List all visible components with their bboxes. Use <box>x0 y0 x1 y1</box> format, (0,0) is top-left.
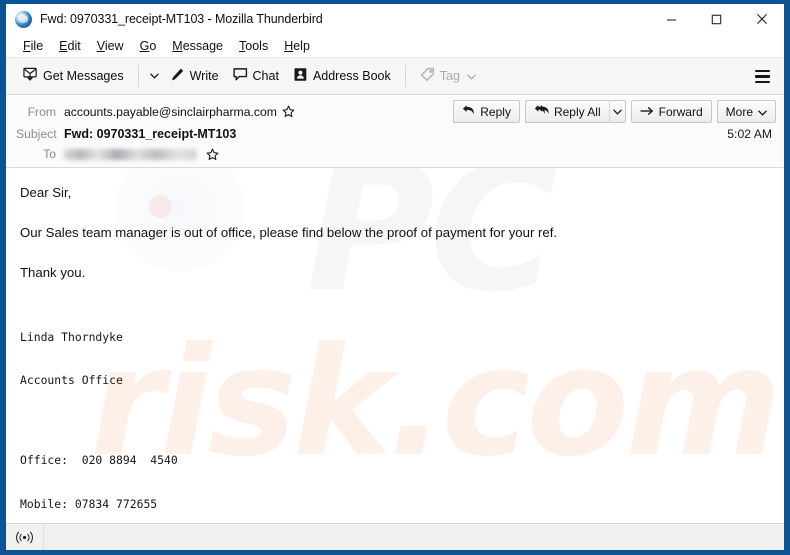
more-button[interactable]: More <box>716 100 776 123</box>
menu-help-rest: elp <box>293 38 310 53</box>
subject-value: Fwd: 0970331_receipt-MT103 <box>64 126 237 141</box>
address-book-icon <box>293 67 308 85</box>
title-bar: Fwd: 0970331_receipt-MT103 - Mozilla Thu… <box>6 4 784 34</box>
reply-all-label: Reply All <box>553 104 601 119</box>
menu-bar: File Edit View Go Message Tools Help <box>6 34 784 58</box>
menu-view-rest: iew <box>104 38 124 53</box>
pencil-icon <box>170 67 185 85</box>
tag-icon <box>420 67 435 85</box>
signature-name: Linda Thorndyke <box>20 329 123 344</box>
toolbar-divider-1 <box>137 65 139 87</box>
address-book-label: Address Book <box>312 69 391 83</box>
window-content: Fwd: 0970331_receipt-MT103 - Mozilla Thu… <box>6 4 784 550</box>
window-title: Fwd: 0970331_receipt-MT103 - Mozilla Thu… <box>40 12 323 26</box>
chat-bubble-icon <box>232 67 248 85</box>
thunderbird-icon <box>15 10 32 28</box>
get-messages-label: Get Messages <box>43 69 124 83</box>
from-label: From <box>27 104 56 119</box>
chat-label: Chat <box>252 69 279 83</box>
get-messages-dropdown[interactable] <box>146 63 163 90</box>
reply-arrow-icon <box>462 104 475 119</box>
forward-label: Forward <box>658 104 703 119</box>
subject-row: Subject Fwd: 0970331_receipt-MT103 <box>6 123 784 144</box>
app-menu-button[interactable] <box>748 63 776 90</box>
from-star-icon[interactable] <box>282 105 295 118</box>
reply-all-group: Reply All <box>524 100 626 123</box>
write-label: Write <box>189 69 219 83</box>
reply-label: Reply <box>480 104 511 119</box>
signature-spacer <box>20 417 784 424</box>
menu-edit[interactable]: Edit <box>51 39 89 53</box>
menu-message[interactable]: Message <box>164 39 231 53</box>
forward-button[interactable]: Forward <box>630 100 712 123</box>
thunderbird-window: Fwd: 0970331_receipt-MT103 - Mozilla Thu… <box>0 0 790 555</box>
hamburger-icon <box>754 70 770 83</box>
get-messages-button[interactable]: Get Messages <box>16 63 131 90</box>
to-label: To <box>43 147 56 161</box>
main-toolbar: Get Messages Write Chat Address Book Tag <box>6 58 784 95</box>
close-button[interactable] <box>739 4 784 34</box>
signature-office-phone: Office: 020 8894 4540 <box>20 453 178 468</box>
signature-mobile-phone: Mobile: 07834 772655 <box>20 497 158 512</box>
menu-help[interactable]: Help <box>276 39 318 53</box>
menu-go[interactable]: Go <box>132 39 165 53</box>
address-book-button[interactable]: Address Book <box>286 63 398 90</box>
to-star-icon[interactable] <box>206 148 219 161</box>
from-value[interactable]: accounts.payable@sinclairpharma.com <box>64 105 277 119</box>
subject-label: Subject <box>16 126 57 141</box>
to-value-redacted[interactable] <box>64 148 197 160</box>
menu-file-rest: ile <box>30 38 44 53</box>
tag-chevron-down-icon <box>467 69 476 83</box>
minimize-button[interactable] <box>649 4 694 34</box>
window-controls <box>649 4 784 34</box>
body-thanks: Thank you. <box>20 264 86 280</box>
message-body: PC risk.com Dear Sir, Our Sales team man… <box>6 168 784 512</box>
message-timestamp: 5:02 AM <box>727 127 772 141</box>
message-header: From accounts.payable@sinclairpharma.com… <box>6 95 784 168</box>
reply-button[interactable]: Reply <box>453 100 520 123</box>
status-bar <box>6 523 784 550</box>
write-button[interactable]: Write <box>163 63 226 90</box>
tag-button[interactable]: Tag <box>413 63 483 90</box>
menu-file[interactable]: File <box>15 39 51 53</box>
to-row: To <box>6 146 784 167</box>
menu-tools-rest: ools <box>245 38 269 53</box>
reply-all-dropdown[interactable] <box>608 100 626 123</box>
body-greeting: Dear Sir, <box>20 185 72 200</box>
menu-tools[interactable]: Tools <box>231 39 276 53</box>
get-messages-icon <box>23 67 38 85</box>
forward-arrow-icon <box>640 105 654 119</box>
tag-label: Tag <box>439 69 460 83</box>
reply-all-button[interactable]: Reply All <box>524 100 609 123</box>
menu-message-rest: essage <box>182 38 224 53</box>
toolbar-divider-2 <box>404 65 406 87</box>
menu-view[interactable]: View <box>89 39 132 53</box>
more-label: More <box>725 104 753 119</box>
chat-button[interactable]: Chat <box>226 63 286 90</box>
menu-edit-rest: dit <box>67 38 81 53</box>
body-paragraph: Our Sales team manager is out of office,… <box>20 224 558 240</box>
reply-all-arrow-icon <box>534 104 549 119</box>
maximize-button[interactable] <box>694 4 739 34</box>
more-chevron-down-icon <box>758 105 767 119</box>
message-actions: Reply Reply All Forward More <box>453 100 776 123</box>
broadcast-icon[interactable] <box>6 524 44 550</box>
signature-dept: Accounts Office <box>20 373 123 388</box>
menu-go-rest: o <box>149 38 157 53</box>
body-signature: Linda Thorndyke Accounts Office Office: … <box>20 300 784 512</box>
